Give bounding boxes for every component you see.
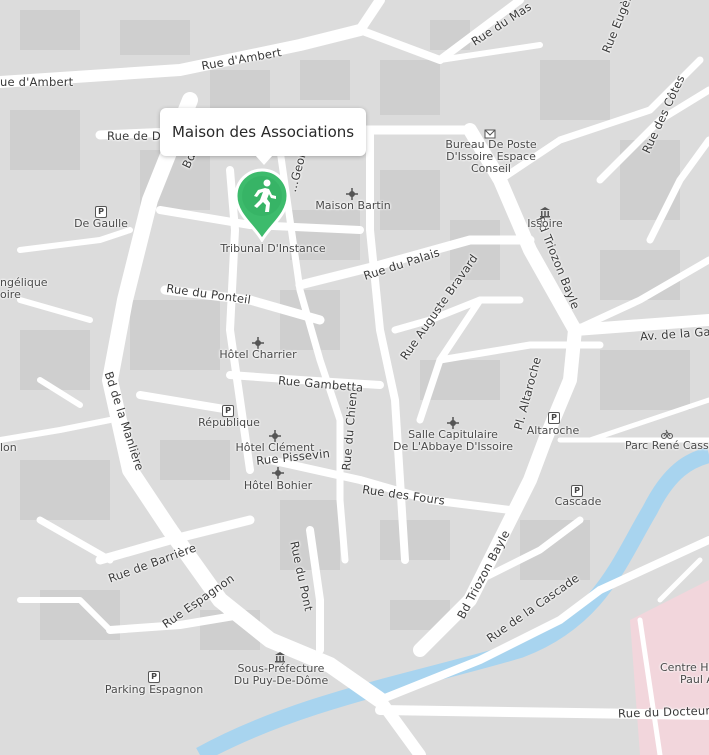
poi-label-de-gaulle: De Gaulle bbox=[74, 217, 128, 230]
poi-line: Conseil bbox=[470, 162, 511, 175]
poi-label-maison-bartin: Maison Bartin bbox=[315, 199, 391, 212]
monument-icon[interactable] bbox=[272, 467, 284, 479]
poi-label-salle-capitulaire: Salle Capitulaire De L'Abbaye D'Issoire bbox=[393, 429, 513, 453]
popup-title: Maison des Associations bbox=[171, 123, 355, 141]
poi-label-hotel-bohier: Hôtel Bohier bbox=[243, 479, 313, 492]
location-popup[interactable]: Maison des Associations bbox=[160, 108, 366, 165]
poi-label-issoire: Issoire bbox=[527, 217, 563, 230]
poi-line: De L'Abbaye D'Issoire bbox=[393, 440, 513, 453]
street-label-rue-du-docteur: Rue du Docteur bbox=[617, 703, 709, 721]
poi-label-hotel-charrier: Hôtel Charrier bbox=[219, 348, 297, 361]
parking-icon[interactable]: P bbox=[148, 671, 160, 683]
street-label-rue-de-di: Rue de Di bbox=[107, 129, 165, 143]
poi-line: Paul A bbox=[680, 673, 709, 686]
map-canvas[interactable]: ue d'Ambert Rue d'Ambert Rue du Mas Rue … bbox=[0, 0, 709, 755]
poi-line: oire bbox=[0, 288, 21, 301]
poi-label-tribunal: Tribunal D'Instance bbox=[220, 242, 326, 255]
location-marker[interactable] bbox=[232, 168, 292, 242]
poi-label-cascade: Cascade bbox=[554, 495, 602, 508]
popup-tail bbox=[255, 155, 273, 165]
poi-label-lon: lon bbox=[0, 441, 17, 454]
poi-label-angelique: ngélique oire bbox=[0, 277, 48, 301]
poi-label-sous-prefecture: Sous-Préfecture Du Puy-De-Dôme bbox=[234, 663, 329, 687]
parking-icon[interactable]: P bbox=[548, 412, 560, 424]
street-label-rue-d-ambert-west: ue d'Ambert bbox=[0, 75, 74, 89]
poi-label-parking-espagnon: Parking Espagnon bbox=[104, 683, 204, 696]
poi-line: Du Puy-De-Dôme bbox=[233, 674, 329, 687]
poi-label-altaroche: Altaroche bbox=[526, 424, 580, 437]
poi-label-hotel-clement: Hôtel Clément bbox=[235, 441, 315, 454]
poi-label-centre-hospitalier: Centre Ho Paul A bbox=[660, 662, 709, 686]
poi-label-republique: République bbox=[198, 416, 260, 429]
poi-label-parc-rene-cassin: Parc René Cassin bbox=[625, 439, 709, 452]
poi-label-bureau-de-poste: Bureau De Poste D'Issoire Espace Conseil bbox=[445, 139, 536, 175]
